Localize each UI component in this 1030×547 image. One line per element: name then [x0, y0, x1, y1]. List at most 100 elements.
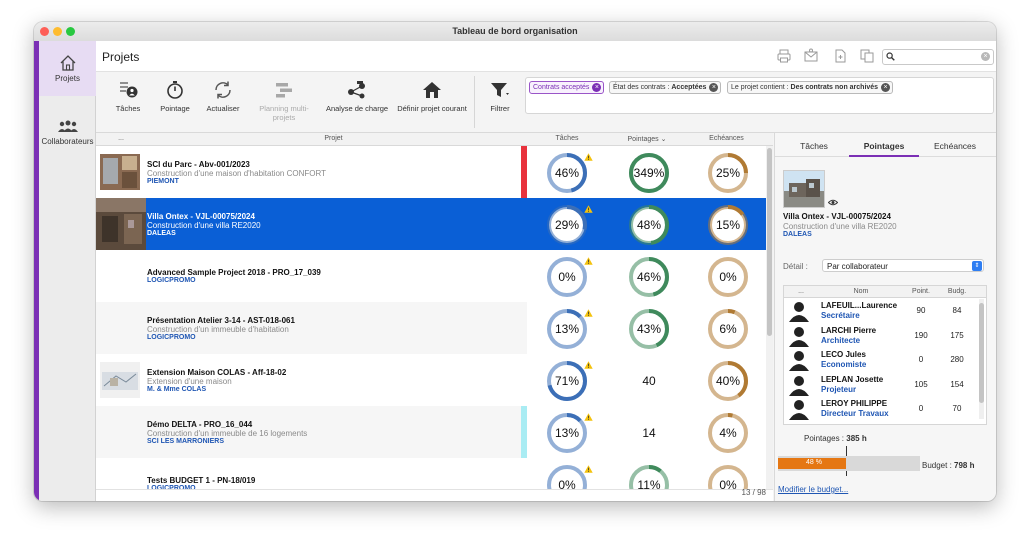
remove-filter-icon[interactable]: ×: [709, 83, 719, 92]
sidebar-item-collaborateurs[interactable]: Collaborateurs: [39, 119, 96, 159]
collaborator-row[interactable]: LAFEUIL...Laurence Secrétaire 90 84: [784, 298, 978, 322]
clear-search-icon[interactable]: ×: [981, 52, 990, 61]
column-header-pointages[interactable]: Pointages ⌄: [607, 135, 687, 143]
due-ring-label: 40%: [715, 374, 741, 388]
set-current-project-label: Définir projet courant: [397, 104, 467, 113]
table-scrollbar[interactable]: [766, 146, 773, 489]
project-client: LOGICPROMO: [147, 277, 196, 284]
collaborator-budget: 175: [950, 330, 964, 340]
modify-budget-link[interactable]: Modifier le budget...: [778, 485, 848, 494]
remove-filter-icon[interactable]: ×: [592, 83, 602, 92]
pointages-value: 40: [642, 374, 656, 388]
collaborator-budget: 84: [952, 306, 962, 315]
sidebar-item-projets[interactable]: Projets: [39, 41, 96, 96]
table-row[interactable]: Villa Ontex - VJL-00075/2024 Construction…: [96, 198, 766, 250]
project-description: Construction d'une villa RE2020: [147, 221, 261, 230]
collaborator-row[interactable]: LEPLAN Josette Projeteur 105 154: [784, 372, 978, 396]
pointages-summary-value: 385 h: [846, 434, 867, 443]
filter-bar[interactable]: Contrats acceptés × État des contrats : …: [525, 77, 994, 114]
pointages-ring-label: 48%: [636, 218, 662, 232]
collaborators-scroll-thumb[interactable]: [979, 303, 984, 403]
close-window-button[interactable]: [40, 27, 49, 36]
project-name: Villa Ontex - VJL-00075/2024: [147, 212, 255, 221]
collab-column-budget[interactable]: Budg.: [942, 288, 972, 295]
collaborator-row[interactable]: LEROY PHILIPPE Directeur Travaux 0 70: [784, 396, 978, 420]
filter-chip[interactable]: Le projet contient : Des contrats non ar…: [727, 81, 894, 94]
pointages-ring: 43%: [626, 306, 672, 352]
filter-chip-text: Contrats acceptés: [533, 84, 590, 91]
budget-progress-bar: 48 %: [778, 456, 920, 471]
table-row[interactable]: Extension Maison COLAS - Aff-18-02 Extens…: [96, 354, 766, 406]
house-icon: [423, 82, 441, 98]
collaborator-name: LEPLAN Josette: [821, 374, 884, 384]
tasks-button[interactable]: Tâches: [108, 80, 148, 113]
print-icon[interactable]: [776, 48, 792, 64]
column-header-pointages-label: Pointages: [627, 136, 659, 143]
tab-pointages[interactable]: Pointages: [849, 141, 919, 151]
project-client: PIEMONT: [147, 178, 179, 185]
filter-chip[interactable]: Contrats acceptés ×: [529, 81, 605, 94]
table-row[interactable]: Présentation Atelier 3-14 - AST-018-061 C…: [96, 302, 766, 354]
avatar-icon: [789, 326, 809, 347]
zoom-window-button[interactable]: [66, 27, 75, 36]
pointage-button[interactable]: Pointage: [155, 80, 195, 113]
collaborator-name: LARCHI Pierre: [821, 325, 877, 335]
collab-column-points[interactable]: Point.: [906, 288, 936, 295]
budget-progress-text: 48 %: [806, 459, 822, 466]
remove-filter-icon[interactable]: ×: [881, 83, 891, 92]
table-row[interactable]: Démo DELTA - PRO_16_044 Construction d'un…: [96, 406, 766, 458]
project-description: Construction d'un immeuble d'habitation: [147, 325, 289, 334]
warning-icon: [584, 148, 593, 161]
collab-column-name[interactable]: Nom: [818, 288, 904, 295]
mail-icon[interactable]: [803, 48, 819, 64]
column-menu[interactable]: ...: [96, 135, 146, 142]
minimize-window-button[interactable]: [53, 27, 62, 36]
filter-icon: [491, 83, 509, 97]
table-row[interactable]: SCI du Parc - Abv-001/2023 Construction d…: [96, 146, 766, 198]
due-ring: 0%: [705, 462, 751, 489]
project-client: LOGICPROMO: [147, 334, 196, 341]
column-header-projet[interactable]: Projet: [146, 135, 521, 142]
table-row[interactable]: Advanced Sample Project 2018 - PRO_17_03…: [96, 250, 766, 302]
header: Projets ×: [96, 41, 996, 72]
search-input[interactable]: ×: [882, 49, 994, 65]
column-header-echeances[interactable]: Echéances: [687, 135, 766, 142]
workload-icon: [348, 81, 365, 99]
pointages-ring-label: 11%: [637, 478, 661, 489]
project-name: Présentation Atelier 3-14 - AST-018-061: [147, 316, 295, 325]
collaborator-row[interactable]: LECO Jules Economiste 0 280: [784, 347, 978, 371]
collaborator-points: 0: [918, 404, 924, 413]
column-header-taches[interactable]: Tâches: [527, 135, 607, 142]
eye-icon[interactable]: [828, 199, 838, 206]
collaborators-scrollbar[interactable]: [979, 299, 984, 419]
collaborator-row[interactable]: LARCHI Pierre Architecte 190 175: [784, 323, 978, 347]
detail-select[interactable]: Par collaborateur ⇕: [822, 259, 984, 272]
set-current-project-button[interactable]: Définir projet courant: [394, 80, 470, 113]
project-name: Tests BUDGET 1 - PN-18/019: [147, 476, 256, 485]
refresh-button[interactable]: Actualiser: [203, 80, 243, 113]
table-footer: [96, 489, 773, 501]
warning-icon: [584, 304, 593, 317]
project-client: DALEAS: [147, 230, 176, 237]
tasks-icon: [120, 82, 138, 98]
collaborator-name: LECO Jules: [821, 350, 866, 359]
project-name: Démo DELTA - PRO_16_044: [147, 420, 253, 429]
workload-analysis-button[interactable]: Analyse de charge: [324, 80, 390, 113]
copy-icon[interactable]: [859, 48, 875, 64]
planning-multi-projets-button[interactable]: Planning multi-projets: [248, 80, 320, 122]
collab-column-menu[interactable]: ...: [784, 288, 818, 295]
collaborator-budget: 70: [952, 404, 962, 413]
filter-chip-key: Le projet contient :: [731, 84, 791, 91]
tab-echeances[interactable]: Echéances: [920, 141, 990, 151]
export-icon[interactable]: [832, 48, 848, 64]
planning-icon: [276, 83, 292, 98]
filter-chip[interactable]: État des contrats : Acceptées ×: [609, 81, 722, 94]
table-row[interactable]: Tests BUDGET 1 - PN-18/019 LOGICPROMO 0% 11…: [96, 458, 766, 489]
pointage-button-label: Pointage: [160, 104, 190, 113]
filter-button[interactable]: Filtrer: [480, 80, 520, 113]
table-scroll-thumb[interactable]: [767, 148, 772, 336]
collaborator-points: 0: [918, 355, 924, 364]
filter-chip-key: État des contrats :: [613, 84, 672, 91]
tab-taches[interactable]: Tâches: [779, 141, 849, 151]
pointages-ring: 11%: [626, 462, 672, 489]
